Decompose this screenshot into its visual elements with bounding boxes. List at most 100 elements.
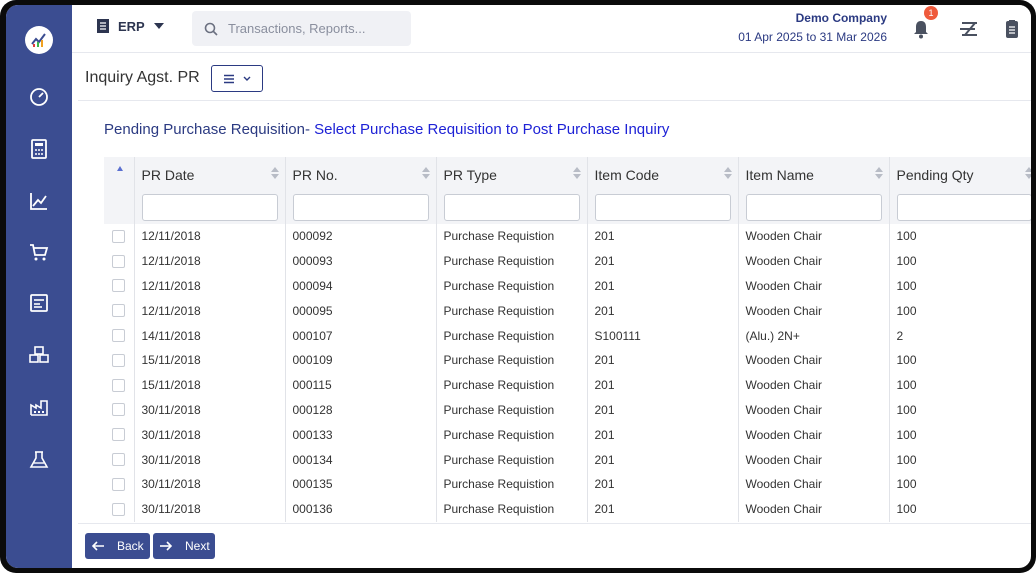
row-checkbox[interactable] [112,229,125,243]
factory-icon[interactable] [28,396,50,418]
table-cell: 000092 [285,224,437,249]
table-cell: 14/11/2018 [134,323,286,348]
table-cell: 12/11/2018 [134,273,286,299]
filter-pr-date[interactable] [141,193,278,221]
table-cell: 201 [587,224,739,249]
row-checkbox[interactable] [112,378,125,392]
search-input[interactable] [228,21,398,36]
column-header[interactable]: PR Date [134,157,286,192]
dashboard-gauge-icon[interactable] [28,86,50,108]
page-title: Inquiry Agst. PR [85,69,200,86]
company-name: Demo Company [795,11,887,25]
table-cell: 100 [889,496,1031,522]
notification-badge: 1 [924,6,938,20]
boxes-icon[interactable] [28,344,50,366]
column-header-label: Pending Qty [896,166,974,183]
row-checkbox[interactable] [112,304,125,318]
table-cell: 12/11/2018 [134,298,286,324]
table-cell: (Alu.) 2N+ [738,323,890,348]
table-cell: 201 [587,447,739,472]
company-info[interactable]: Demo Company 01 Apr 2025 to 31 Mar 2026 [738,11,887,44]
table-cell: Purchase Requistion [436,323,588,348]
flask-icon[interactable] [28,449,50,471]
table-cell: 15/11/2018 [134,372,286,398]
select-all-sort[interactable] [104,157,135,192]
table-row[interactable]: 15/11/2018 000115 Purchase Requistion 201 Wo… [104,372,1031,398]
table-cell: Purchase Requistion [436,397,588,423]
table-cell: Wooden Chair [738,397,890,423]
next-button[interactable]: Next [153,533,215,559]
table-row[interactable]: 14/11/2018 000107 Purchase Requistion S1001… [104,323,1031,348]
sliders-icon[interactable] [958,18,980,40]
calculator-icon[interactable] [28,138,50,160]
sort-icon [1024,167,1031,179]
table-row[interactable]: 15/11/2018 000109 Purchase Requistion 201 Wo… [104,347,1031,373]
document-icon [97,19,109,33]
column-header-label: PR Type [443,166,497,183]
search-box [192,11,411,46]
filter-cell [587,192,739,224]
app-logo[interactable] [25,26,53,54]
column-header[interactable]: Pending Qty [889,157,1031,192]
document-list-icon[interactable] [28,292,50,314]
top-bar: ERP Demo Company 01 Apr 2025 to 31 Mar 2… [72,5,1031,53]
row-checkbox[interactable] [112,254,125,268]
table-cell: 30/11/2018 [134,471,286,497]
table-row[interactable]: 30/11/2018 000133 Purchase Requistion 201 Wo… [104,422,1031,448]
table-row[interactable]: 30/11/2018 000128 Purchase Requistion 201 Wo… [104,397,1031,423]
options-menu-button[interactable] [211,65,263,92]
filter-item-code[interactable] [594,193,731,221]
row-checkbox[interactable] [112,403,125,417]
column-header[interactable]: Item Code [587,157,739,192]
filter-pr-type[interactable] [443,193,580,221]
row-checkbox[interactable] [112,502,125,516]
table-cell: 12/11/2018 [134,224,286,249]
filter-spacer [104,192,135,224]
table-row[interactable]: 12/11/2018 000093 Purchase Requistion 201 Wo… [104,248,1031,274]
filter-cell [889,192,1031,224]
table-cell: 201 [587,496,739,522]
table-row[interactable]: 30/11/2018 000136 Purchase Requistion 201 Wo… [104,496,1031,522]
row-select-cell [104,496,135,522]
table-row[interactable]: 30/11/2018 000135 Purchase Requistion 201 Wo… [104,471,1031,497]
sort-icon [421,167,430,179]
filter-pr-no[interactable] [292,193,429,221]
table-cell: Wooden Chair [738,248,890,274]
column-header[interactable]: PR Type [436,157,588,192]
row-checkbox[interactable] [112,279,125,293]
table-body: 12/11/2018 000092 Purchase Requistion 201 Wo… [104,224,1031,522]
bell-icon[interactable] [910,18,932,40]
table-cell: 201 [587,248,739,274]
table-row[interactable]: 12/11/2018 000094 Purchase Requistion 201 Wo… [104,273,1031,299]
row-select-cell [104,447,135,472]
filter-pending-qty[interactable] [896,193,1031,221]
sort-icon [874,167,883,179]
table-cell: 000134 [285,447,437,472]
sort-icon [723,167,732,179]
row-select-cell [104,298,135,324]
cart-icon[interactable] [28,241,50,263]
table-cell: Purchase Requistion [436,372,588,398]
line-chart-icon[interactable] [28,190,50,212]
row-checkbox[interactable] [112,329,125,343]
table-cell: Purchase Requistion [436,347,588,373]
table-cell: 2 [889,323,1031,348]
row-checkbox[interactable] [112,353,125,367]
row-checkbox[interactable] [112,477,125,491]
column-header-label: PR No. [292,166,338,183]
row-checkbox[interactable] [112,428,125,442]
table-row[interactable]: 12/11/2018 000095 Purchase Requistion 201 Wo… [104,298,1031,324]
column-header[interactable]: PR No. [285,157,437,192]
module-switcher[interactable]: ERP [96,18,165,34]
clipboard-icon[interactable] [1001,18,1023,40]
table-cell: 201 [587,422,739,448]
table-cell: Purchase Requistion [436,471,588,497]
row-checkbox[interactable] [112,453,125,467]
table-row[interactable]: 12/11/2018 000092 Purchase Requistion 201 Wo… [104,224,1031,249]
table-row[interactable]: 30/11/2018 000134 Purchase Requistion 201 Wo… [104,447,1031,472]
back-button[interactable]: Back [85,533,150,559]
hamburger-icon [224,74,234,83]
device-frame: ERP Demo Company 01 Apr 2025 to 31 Mar 2… [0,0,1036,573]
filter-item-name[interactable] [745,193,882,221]
column-header[interactable]: Item Name [738,157,890,192]
